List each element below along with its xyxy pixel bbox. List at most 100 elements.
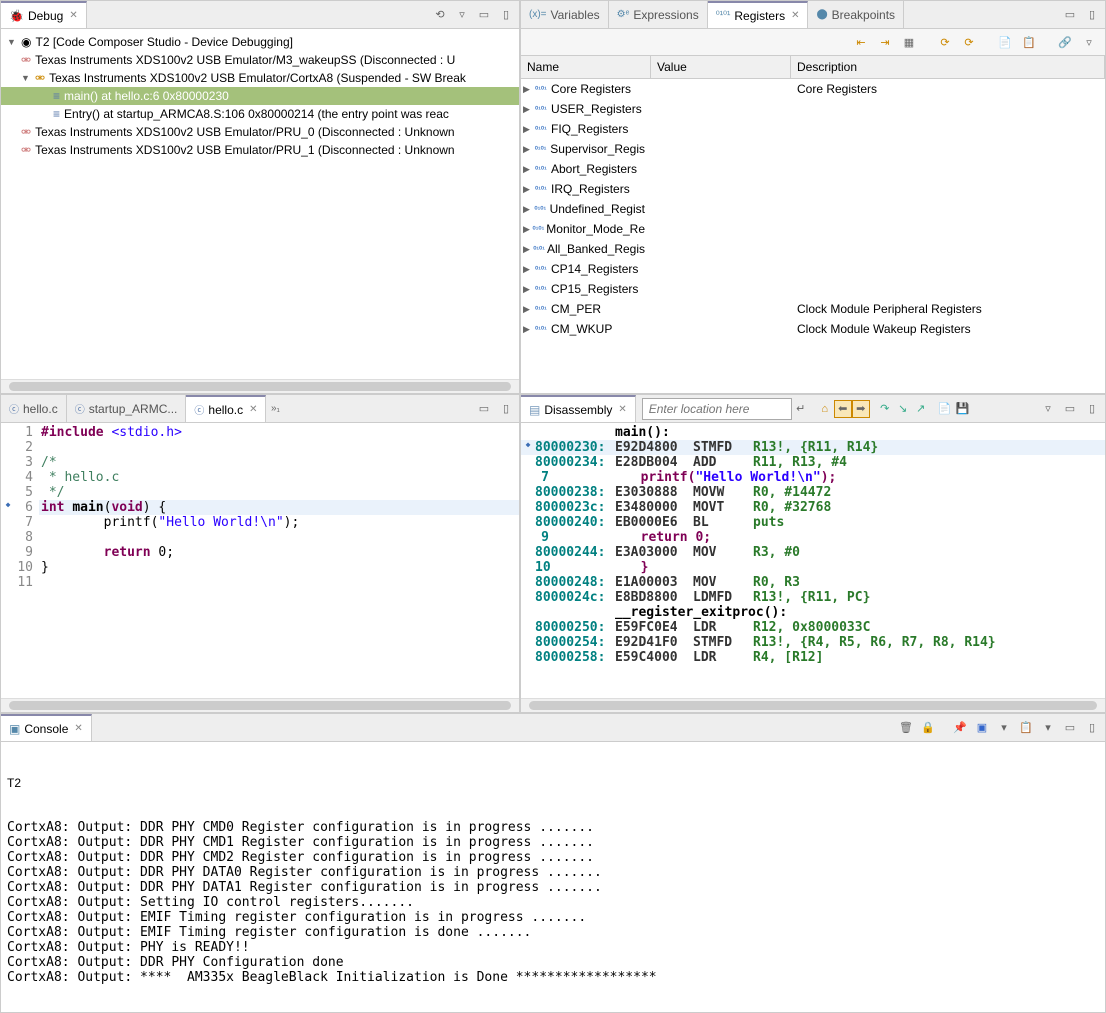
disasm-instruction[interactable]: 80000240: EB0000E6 BL puts <box>521 515 1105 530</box>
debug-thread-item[interactable]: ⚮Texas Instruments XDS100v2 USB Emulator… <box>1 123 519 141</box>
tab-disassembly[interactable]: ▤ Disassembly ✕ <box>521 395 636 422</box>
code-line[interactable]: 5 */ <box>1 485 519 500</box>
close-icon[interactable]: ✕ <box>74 723 82 734</box>
tab-variables[interactable]: (x)=Variables <box>521 1 609 28</box>
tab-debug[interactable]: 🐞 Debug ✕ <box>1 1 87 28</box>
disasm-source-line[interactable]: 10 } <box>521 560 1105 575</box>
code-line[interactable]: 1#include <stdio.h> <box>1 425 519 440</box>
col-desc-header[interactable]: Description <box>791 56 1105 78</box>
pin-icon[interactable]: 📌 <box>951 719 969 737</box>
paste-icon[interactable]: 📋 <box>1019 32 1039 52</box>
maximize-icon[interactable]: ▯ <box>1083 719 1101 737</box>
register-group-row[interactable]: ▶⁰¹⁰¹IRQ_Registers <box>521 179 1105 199</box>
register-group-row[interactable]: ▶⁰¹⁰¹All_Banked_Regis <box>521 239 1105 259</box>
view-menu-icon[interactable]: ▿ <box>1039 400 1057 418</box>
debug-thread-item[interactable]: ⚮Texas Instruments XDS100v2 USB Emulator… <box>1 51 519 69</box>
dropdown-icon[interactable]: ▾ <box>1039 719 1057 737</box>
code-line[interactable]: 11 <box>1 575 519 590</box>
open-console-icon[interactable]: 📋 <box>1017 719 1035 737</box>
disasm-instruction[interactable]: 80000244: E3A03000 MOV R3, #0 <box>521 545 1105 560</box>
register-group-row[interactable]: ▶⁰¹⁰¹Core RegistersCore Registers <box>521 79 1105 99</box>
register-group-row[interactable]: ▶⁰¹⁰¹FIQ_Registers <box>521 119 1105 139</box>
step-into-icon[interactable]: ↘ <box>894 400 912 418</box>
register-group-row[interactable]: ▶⁰¹⁰¹USER_Registers <box>521 99 1105 119</box>
code-line[interactable]: 8 <box>1 530 519 545</box>
refresh-all-icon[interactable]: ⟳ <box>959 32 979 52</box>
minimize-icon[interactable]: ▭ <box>1061 6 1079 24</box>
minimize-icon[interactable]: ▭ <box>475 6 493 24</box>
new-watch-icon[interactable]: 📄 <box>995 32 1015 52</box>
code-line[interactable]: 9 return 0; <box>1 545 519 560</box>
debug-reconnect-icon[interactable]: ⟲ <box>431 6 449 24</box>
copy-icon[interactable]: 📄 <box>936 400 954 418</box>
debug-thread-item[interactable]: ▼⚮Texas Instruments XDS100v2 USB Emulato… <box>1 69 519 87</box>
disasm-instruction[interactable]: 8000024c: E8BD8800 LDMFD R13!, {R11, PC} <box>521 590 1105 605</box>
dropdown-icon[interactable]: ▾ <box>995 719 1013 737</box>
console-body[interactable]: T2 CortxA8: Output: DDR PHY CMD0 Registe… <box>1 742 1105 1012</box>
register-group-row[interactable]: ▶⁰¹⁰¹Supervisor_Regis <box>521 139 1105 159</box>
disasm-instruction[interactable]: 80000248: E1A00003 MOV R0, R3 <box>521 575 1105 590</box>
save-icon[interactable]: 💾 <box>954 400 972 418</box>
register-group-row[interactable]: ▶⁰¹⁰¹Monitor_Mode_Re <box>521 219 1105 239</box>
tree-mode-icon[interactable]: ▦ <box>899 32 919 52</box>
register-group-row[interactable]: ▶⁰¹⁰¹CP14_Registers <box>521 259 1105 279</box>
disasm-instruction[interactable]: ◆80000230: E92D4800 STMFD R13!, {R11, R1… <box>521 440 1105 455</box>
disasm-source-line[interactable]: 9 return 0; <box>521 530 1105 545</box>
collapse-all-icon[interactable]: ⇤ <box>851 32 871 52</box>
expand-all-icon[interactable]: ⇥ <box>875 32 895 52</box>
disasm-instruction[interactable]: 80000250: E59FC0E4 LDR R12, 0x8000033C <box>521 620 1105 635</box>
close-icon[interactable]: ✕ <box>618 404 626 415</box>
debug-tree[interactable]: ▼ ◉ T2 [Code Composer Studio - Device De… <box>1 29 519 379</box>
close-icon[interactable]: ✕ <box>791 10 799 21</box>
go-icon[interactable]: ↵ <box>792 400 810 418</box>
refresh-icon[interactable]: ⟳ <box>935 32 955 52</box>
debug-thread-item[interactable]: ≡main() at hello.c:6 0x80000230 <box>1 87 519 105</box>
code-line[interactable]: 7 printf("Hello World!\n"); <box>1 515 519 530</box>
debug-thread-item[interactable]: ⚮Texas Instruments XDS100v2 USB Emulator… <box>1 141 519 159</box>
minimize-icon[interactable]: ▭ <box>1061 719 1079 737</box>
step-over-icon[interactable]: ↷ <box>876 400 894 418</box>
minimize-icon[interactable]: ▭ <box>475 400 493 418</box>
link-icon[interactable]: 🔗 <box>1055 32 1075 52</box>
editor-tab[interactable]: ⓒstartup_ARMC... <box>67 395 187 422</box>
nav-back-icon[interactable]: ⬅ <box>834 400 852 418</box>
view-menu-icon[interactable]: ▿ <box>1079 32 1099 52</box>
maximize-icon[interactable]: ▯ <box>1083 6 1101 24</box>
minimize-icon[interactable]: ▭ <box>1061 400 1079 418</box>
editor-tab[interactable]: ⓒhello.c <box>1 395 67 422</box>
maximize-icon[interactable]: ▯ <box>497 400 515 418</box>
tab-expressions[interactable]: ⚙ᵉExpressions <box>609 1 708 28</box>
maximize-icon[interactable]: ▯ <box>497 6 515 24</box>
debug-root[interactable]: ▼ ◉ T2 [Code Composer Studio - Device De… <box>1 33 519 51</box>
disassembly-body[interactable]: main():◆80000230: E92D4800 STMFD R13!, {… <box>521 423 1105 698</box>
scroll-lock-icon[interactable]: 🔒 <box>919 719 937 737</box>
nav-fwd-icon[interactable]: ➡ <box>852 400 870 418</box>
clear-console-icon[interactable]: 🗑 <box>897 719 915 737</box>
maximize-icon[interactable]: ▯ <box>1083 400 1101 418</box>
close-icon[interactable]: ✕ <box>249 404 257 415</box>
scrollbar-horizontal[interactable] <box>1 698 519 712</box>
tab-registers[interactable]: ⁰¹⁰¹Registers✕ <box>708 1 809 28</box>
code-line[interactable]: 2 <box>1 440 519 455</box>
step-out-icon[interactable]: ↗ <box>912 400 930 418</box>
disasm-instruction[interactable]: 8000023c: E3480000 MOVT R0, #32768 <box>521 500 1105 515</box>
register-group-row[interactable]: ▶⁰¹⁰¹CP15_Registers <box>521 279 1105 299</box>
disasm-instruction[interactable]: 80000258: E59C4000 LDR R4, [R12] <box>521 650 1105 665</box>
tab-console[interactable]: ▣ Console ✕ <box>1 714 92 741</box>
register-group-row[interactable]: ▶⁰¹⁰¹CM_WKUPClock Module Wakeup Register… <box>521 319 1105 339</box>
col-name-header[interactable]: Name <box>521 56 651 78</box>
editor-body[interactable]: 1#include <stdio.h>23/*4 * hello.c5 */◆6… <box>1 423 519 698</box>
disasm-instruction[interactable]: 80000254: E92D41F0 STMFD R13!, {R4, R5, … <box>521 635 1105 650</box>
register-group-row[interactable]: ▶⁰¹⁰¹Undefined_Regist <box>521 199 1105 219</box>
close-icon[interactable]: ✕ <box>69 10 77 21</box>
show-list-icon[interactable]: »₁ <box>266 400 284 418</box>
tab-breakpoints[interactable]: ⬤Breakpoints <box>808 1 904 28</box>
code-line[interactable]: 10} <box>1 560 519 575</box>
register-group-row[interactable]: ▶⁰¹⁰¹Abort_Registers <box>521 159 1105 179</box>
location-input[interactable] <box>642 398 792 420</box>
code-line[interactable]: 3/* <box>1 455 519 470</box>
disasm-source-line[interactable]: 7 printf("Hello World!\n"); <box>521 470 1105 485</box>
disasm-instruction[interactable]: 80000234: E28DB004 ADD R11, R13, #4 <box>521 455 1105 470</box>
code-line[interactable]: ◆6int main(void) { <box>1 500 519 515</box>
scrollbar-horizontal[interactable] <box>521 698 1105 712</box>
